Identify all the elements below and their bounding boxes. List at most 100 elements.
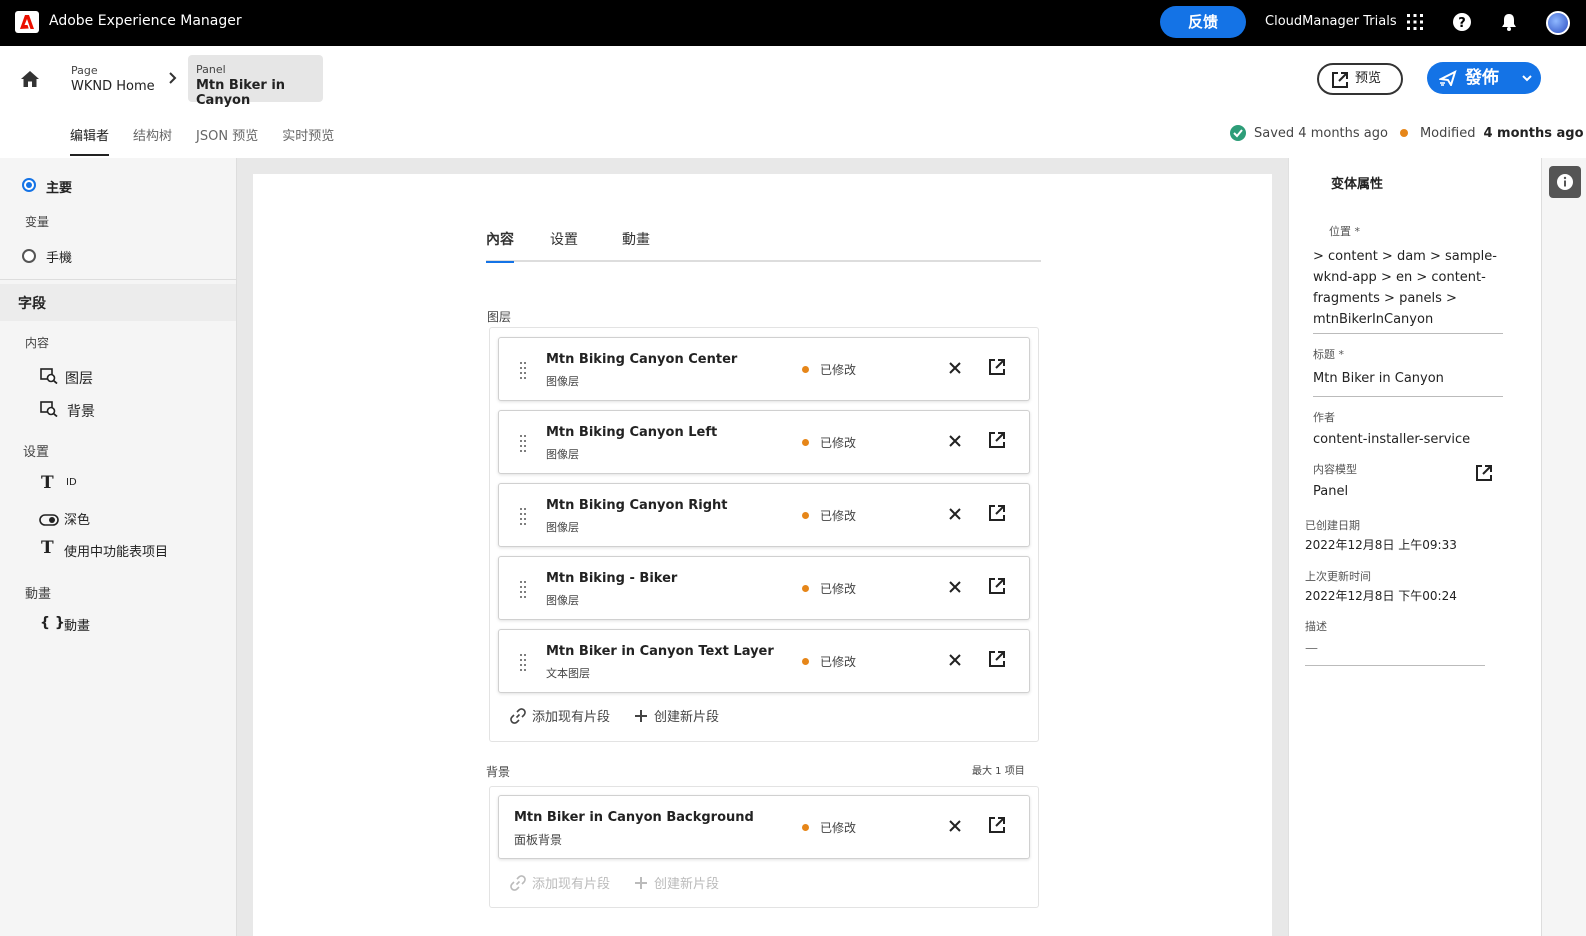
divider [0, 279, 236, 280]
background-card[interactable]: Mtn Biker in Canyon Background 面板背景 已修改 [498, 795, 1030, 859]
preview-label: 预览 [1355, 71, 1382, 86]
open-fragment-icon[interactable] [988, 431, 1006, 453]
chevron-down-icon[interactable] [1521, 73, 1533, 83]
field-active-menu-item[interactable]: 使用中功能表项目 [64, 541, 168, 560]
field-dark[interactable]: 深色 [64, 509, 90, 528]
publish-button[interactable]: 發佈 [1427, 62, 1541, 94]
open-fragment-icon[interactable] [988, 504, 1006, 526]
remove-icon[interactable] [948, 818, 962, 837]
text-type-icon: T [41, 538, 54, 558]
remove-icon[interactable] [948, 433, 962, 452]
field-layers[interactable]: 图层 [65, 368, 93, 388]
open-fragment-icon[interactable] [988, 358, 1006, 380]
save-status: Saved 4 months ago Modified 4 months ago [1230, 125, 1584, 141]
layer-title: Mtn Biking - Biker [546, 571, 678, 586]
field-background[interactable]: 背景 [67, 401, 95, 421]
bell-icon[interactable] [1499, 12, 1519, 32]
open-external-icon[interactable] [1475, 464, 1493, 486]
animation-heading: 動畫 [25, 587, 52, 602]
remove-icon[interactable] [948, 360, 962, 379]
description-label: 描述 [1305, 620, 1327, 633]
home-icon[interactable] [20, 70, 40, 92]
editor-tabs: 编辑者 结构树 JSON 预览 实时预览 [70, 125, 358, 156]
modified-label: Modified [1419, 125, 1476, 141]
settings-heading: 设置 [23, 445, 50, 460]
tab-json-preview[interactable]: JSON 预览 [196, 125, 258, 156]
form-tabs: 內容 设置 動畫 [486, 226, 1041, 263]
tab-content[interactable]: 內容 [486, 229, 514, 263]
open-fragment-icon[interactable] [988, 650, 1006, 672]
open-external-icon [1332, 72, 1348, 88]
adobe-logo [15, 11, 39, 33]
apps-grid-icon[interactable] [1405, 12, 1425, 32]
remove-icon[interactable] [948, 652, 962, 671]
fragment-search-icon [40, 401, 58, 421]
title-field[interactable]: Mtn Biker in Canyon [1313, 368, 1444, 389]
toggle-icon [39, 511, 59, 530]
background-type: 面板背景 [514, 833, 563, 847]
drag-handle-icon[interactable] [519, 433, 527, 457]
variant-mobile-radio[interactable] [22, 249, 36, 263]
variant-mobile-label[interactable]: 手機 [46, 247, 72, 266]
layer-card[interactable]: Mtn Biking Canyon Center 图像层 已修改 [498, 337, 1030, 401]
drag-handle-icon[interactable] [519, 579, 527, 603]
status-badge: 已修改 [801, 655, 857, 669]
layer-card[interactable]: Mtn Biking - Biker 图像层 已修改 [498, 556, 1030, 620]
open-fragment-icon[interactable] [988, 816, 1006, 838]
help-icon[interactable]: ? [1452, 12, 1472, 32]
chevron-right-icon [168, 70, 178, 89]
layer-type: 文本图层 [546, 667, 590, 680]
info-button[interactable] [1549, 166, 1581, 198]
status-badge: 已修改 [801, 509, 857, 523]
author-label: 作者 [1313, 411, 1335, 424]
variant-main-label[interactable]: 主要 [46, 177, 72, 196]
top-bar: Adobe Experience Manager 反馈 CloudManager… [0, 0, 1586, 46]
variant-main-radio[interactable] [22, 178, 36, 192]
svg-text:?: ? [1458, 16, 1466, 31]
layer-card[interactable]: Mtn Biking Canyon Right 图像层 已修改 [498, 483, 1030, 547]
open-fragment-icon[interactable] [988, 577, 1006, 599]
description-field[interactable]: — [1305, 638, 1318, 659]
location-value[interactable]: > content > dam > sample-wknd-app > en >… [1313, 246, 1503, 330]
org-switcher[interactable]: CloudManager Trials [1265, 14, 1397, 29]
publish-icon [1439, 70, 1457, 86]
feedback-button[interactable]: 反馈 [1160, 6, 1246, 38]
drag-handle-icon[interactable] [519, 360, 527, 384]
add-existing-label: 添加现有片段 [532, 877, 611, 892]
tab-live-preview[interactable]: 实时预览 [282, 125, 334, 156]
layer-card[interactable]: Mtn Biker in Canyon Text Layer 文本图层 已修改 [498, 629, 1030, 693]
tab-animation[interactable]: 動畫 [622, 229, 650, 261]
link-icon [510, 874, 526, 891]
text-type-icon: T [41, 473, 54, 493]
preview-button[interactable]: 预览 [1317, 63, 1403, 95]
field-animation[interactable]: 動畫 [64, 615, 90, 634]
breadcrumb-type: Panel [196, 63, 226, 76]
layers-group: Mtn Biking Canyon Center 图像层 已修改 Mtn Bik… [489, 327, 1039, 742]
drag-handle-icon[interactable] [519, 506, 527, 530]
tab-structure-tree[interactable]: 结构树 [133, 125, 172, 156]
drag-handle-icon[interactable] [519, 652, 527, 676]
field-id[interactable]: ID [66, 477, 77, 488]
properties-panel: 变体属性 位置 * > content > dam > sample-wknd-… [1288, 158, 1541, 936]
tab-editor[interactable]: 编辑者 [70, 125, 110, 156]
tab-settings[interactable]: 设置 [550, 229, 578, 261]
add-existing-fragment-button[interactable]: 添加现有片段 [510, 706, 610, 725]
create-new-fragment-button[interactable]: 创建新片段 [634, 706, 719, 725]
model-value: Panel [1313, 484, 1349, 499]
remove-icon[interactable] [948, 579, 962, 598]
status-badge: 已修改 [801, 821, 857, 835]
add-existing-fragment-button[interactable]: 添加现有片段 [510, 873, 610, 892]
breadcrumb-type: Page [71, 64, 98, 77]
breadcrumb-panel[interactable]: Panel Mtn Biker in Canyon [188, 55, 323, 108]
layer-card[interactable]: Mtn Biking Canyon Left 图像层 已修改 [498, 410, 1030, 474]
breadcrumb-page[interactable]: Page WKND Home [71, 64, 155, 94]
app-title[interactable]: Adobe Experience Manager [49, 13, 242, 29]
layer-type: 图像层 [546, 521, 579, 534]
model-label: 内容模型 [1313, 463, 1357, 476]
status-badge: 已修改 [801, 436, 857, 450]
avatar[interactable] [1546, 11, 1570, 35]
remove-icon[interactable] [948, 506, 962, 525]
modified-time: 4 months ago [1483, 125, 1584, 141]
json-braces-icon: { } [40, 615, 65, 631]
create-new-fragment-button[interactable]: 创建新片段 [634, 873, 719, 892]
